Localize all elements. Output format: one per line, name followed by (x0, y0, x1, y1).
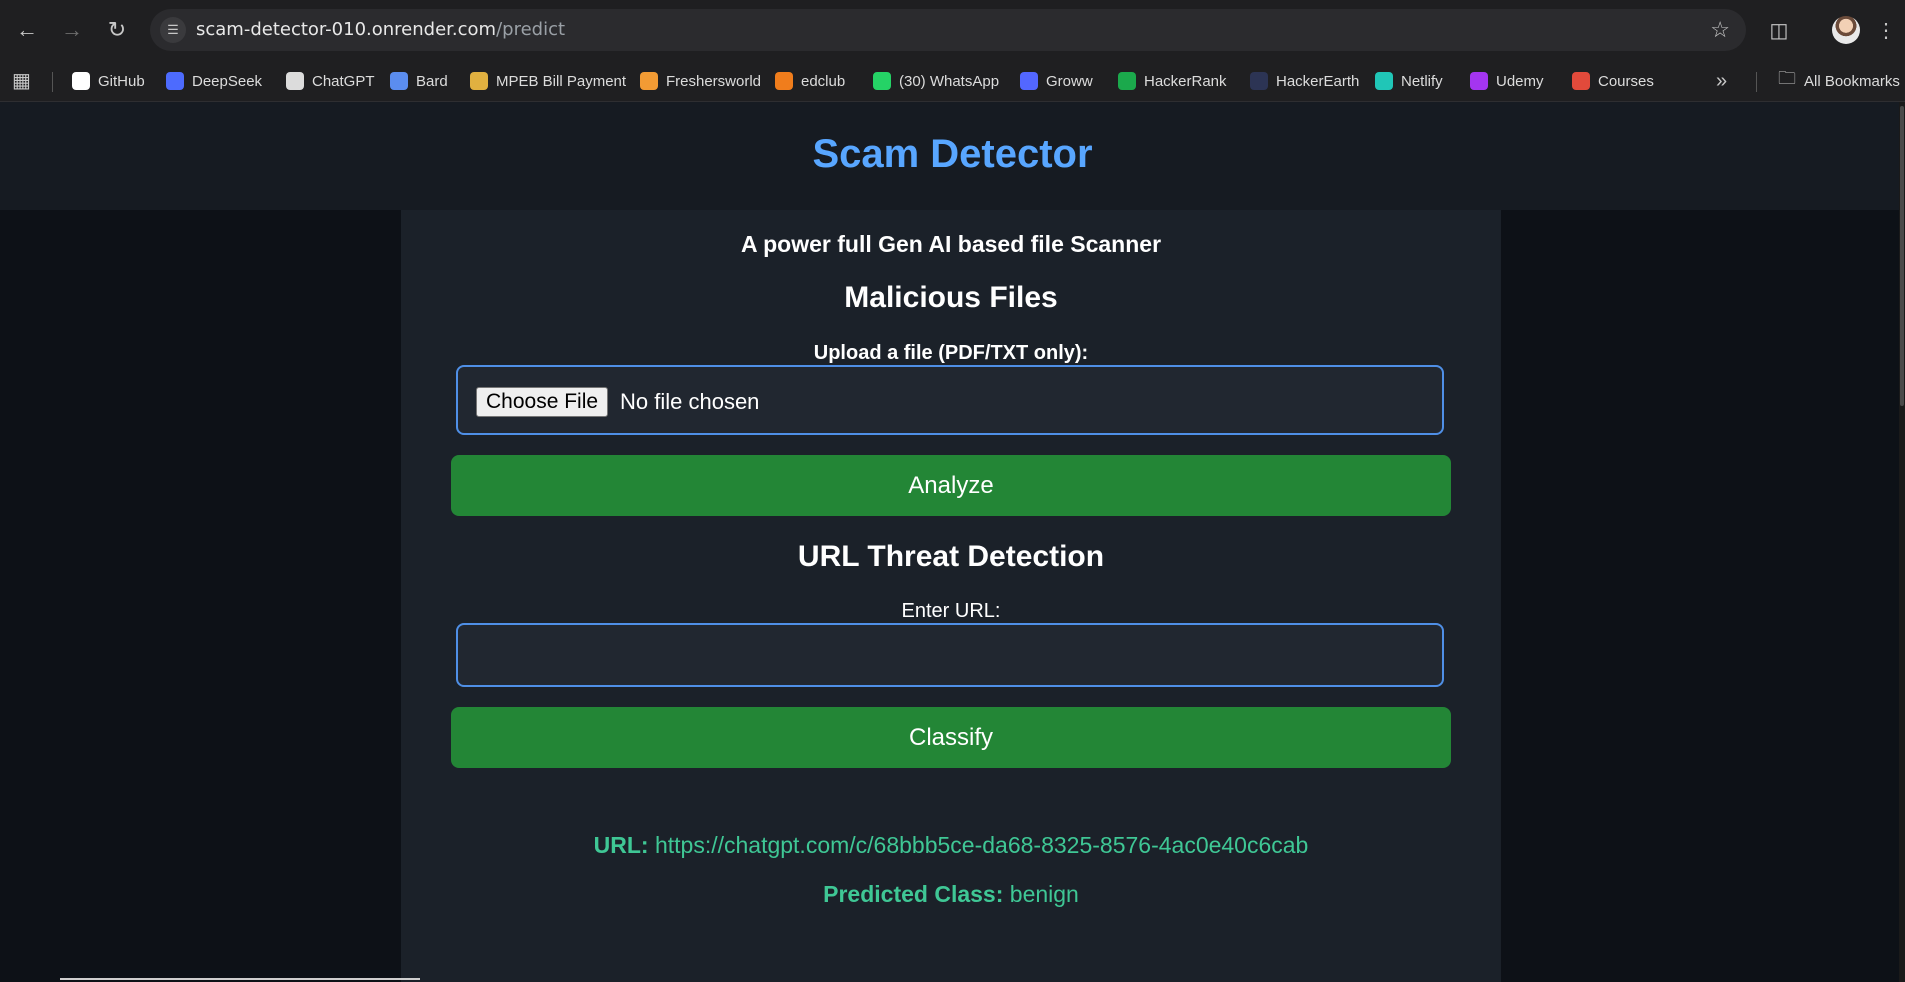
bookmarks-overflow-icon[interactable]: » (1716, 60, 1727, 102)
bookmark-edclub[interactable]: edclub (775, 60, 845, 102)
result-class: Predicted Class: benign (401, 881, 1501, 908)
result-class-value: benign (1009, 881, 1079, 907)
courses-icon (1572, 72, 1590, 90)
url-path: /predict (496, 19, 566, 40)
bookmark-mpeb-bill-payment[interactable]: MPEB Bill Payment (470, 60, 626, 102)
result-url-value: https://chatgpt.com/c/68bbb5ce-da68-8325… (654, 832, 1309, 858)
browser-toolbar: ← → ↻ ☰ scam-detector-010.onrender.com/p… (0, 0, 1905, 60)
forward-arrow-icon[interactable]: → (54, 12, 90, 48)
main-card: A power full Gen AI based file Scanner M… (401, 210, 1501, 982)
result-url-key: URL: (593, 832, 649, 858)
bookmark-label: (30) WhatsApp (899, 72, 1000, 90)
bookmark-label: Freshersworld (666, 72, 762, 90)
bookmark-label: edclub (801, 72, 846, 90)
choose-file-button[interactable]: Choose File (476, 387, 609, 417)
browser-menu-icon[interactable]: ⋮ (1876, 14, 1896, 48)
files-heading: Malicious Files (844, 281, 1058, 314)
result-url: URL: https://chatgpt.com/c/68bbb5ce-da68… (401, 832, 1501, 859)
bookmark-label: Udemy (1496, 72, 1544, 90)
groww-icon (1020, 72, 1038, 90)
all-bookmarks-label: All Bookmarks (1804, 72, 1900, 90)
freshersworld-icon (640, 72, 658, 90)
bookmark-netlify[interactable]: Netlify (1375, 60, 1443, 102)
bookmark-label: DeepSeek (192, 72, 263, 90)
upload-label: Upload a file (PDF/TXT only): (813, 342, 1089, 364)
bookmark-github[interactable]: GitHub (72, 60, 145, 102)
bookmarks-divider (52, 72, 53, 92)
horizontal-scroll-indicator[interactable] (60, 978, 420, 980)
hackerearth-icon (1250, 72, 1268, 90)
address-bar[interactable]: ☰ scam-detector-010.onrender.com/predict… (150, 9, 1746, 51)
netlify-icon (1375, 72, 1393, 90)
reload-icon[interactable]: ↻ (99, 12, 135, 48)
site-header: Scam Detector (0, 102, 1905, 210)
bookmark-chatgpt[interactable]: ChatGPT (286, 60, 375, 102)
analyze-button[interactable]: Analyze (451, 455, 1451, 516)
classify-button[interactable]: Classify (451, 707, 1451, 768)
site-info-icon[interactable]: ☰ (160, 17, 186, 43)
url-heading: URL Threat Detection (797, 540, 1105, 573)
bookmark-label: Bard (416, 72, 448, 90)
all-bookmarks-folder[interactable]: 🗀 All Bookmarks (1778, 60, 1900, 102)
url-label: Enter URL: (901, 600, 1001, 622)
bookmark-bard[interactable]: Bard (390, 60, 448, 102)
bookmark-deepseek[interactable]: DeepSeek (166, 60, 262, 102)
mpeb-icon (470, 72, 488, 90)
address-url[interactable]: scam-detector-010.onrender.com/predict (196, 9, 565, 51)
folder-icon: 🗀 (1778, 68, 1796, 88)
bookmark-label: MPEB Bill Payment (496, 72, 627, 90)
bookmark-label: GitHub (98, 72, 145, 90)
github-icon (72, 72, 90, 90)
profile-avatar[interactable] (1832, 16, 1860, 44)
extensions-icon[interactable]: ◫ (1762, 14, 1796, 48)
bookmark-courses[interactable]: Courses (1572, 60, 1654, 102)
bookmark-hackerrank[interactable]: HackerRank (1118, 60, 1227, 102)
bookmark-30-whatsapp[interactable]: (30) WhatsApp (873, 60, 999, 102)
deepseek-icon (166, 72, 184, 90)
page-subtitle: A power full Gen AI based file Scanner (740, 231, 1162, 257)
bard-icon (390, 72, 408, 90)
apps-grid-icon[interactable]: ▦ (12, 69, 36, 93)
result-class-key: Predicted Class: (823, 881, 1004, 907)
bookmark-label: Netlify (1401, 72, 1443, 90)
page-title: Scam Detector (812, 132, 1093, 176)
whatsapp-icon (873, 72, 891, 90)
bookmark-label: Groww (1046, 72, 1093, 90)
file-upload-field[interactable]: Choose File No file chosen (456, 365, 1444, 435)
url-input[interactable] (456, 623, 1444, 687)
bookmark-hackerearth[interactable]: HackerEarth (1250, 60, 1359, 102)
bookmark-groww[interactable]: Groww (1020, 60, 1093, 102)
back-arrow-icon[interactable]: ← (9, 12, 45, 48)
edclub-icon (775, 72, 793, 90)
chatgpt-icon (286, 72, 304, 90)
bookmark-udemy[interactable]: Udemy (1470, 60, 1544, 102)
bookmark-star-icon[interactable]: ☆ (1710, 9, 1730, 51)
url-host: scam-detector-010.onrender.com (196, 19, 497, 40)
scrollbar-thumb[interactable] (1900, 106, 1904, 406)
bookmark-label: HackerRank (1144, 72, 1227, 90)
hackerrank-icon (1118, 72, 1136, 90)
bookmark-label: HackerEarth (1276, 72, 1360, 90)
bookmarks-divider (1756, 72, 1757, 92)
udemy-icon (1470, 72, 1488, 90)
bookmark-freshersworld[interactable]: Freshersworld (640, 60, 761, 102)
file-status-text: No file chosen (620, 389, 760, 414)
bookmarks-bar: ▦ GitHub DeepSeek ChatGPT Bard MPEB Bill Pay… (0, 60, 1905, 102)
bookmark-label: ChatGPT (312, 72, 375, 90)
bookmark-label: Courses (1598, 72, 1654, 90)
vertical-scrollbar[interactable] (1899, 102, 1905, 982)
